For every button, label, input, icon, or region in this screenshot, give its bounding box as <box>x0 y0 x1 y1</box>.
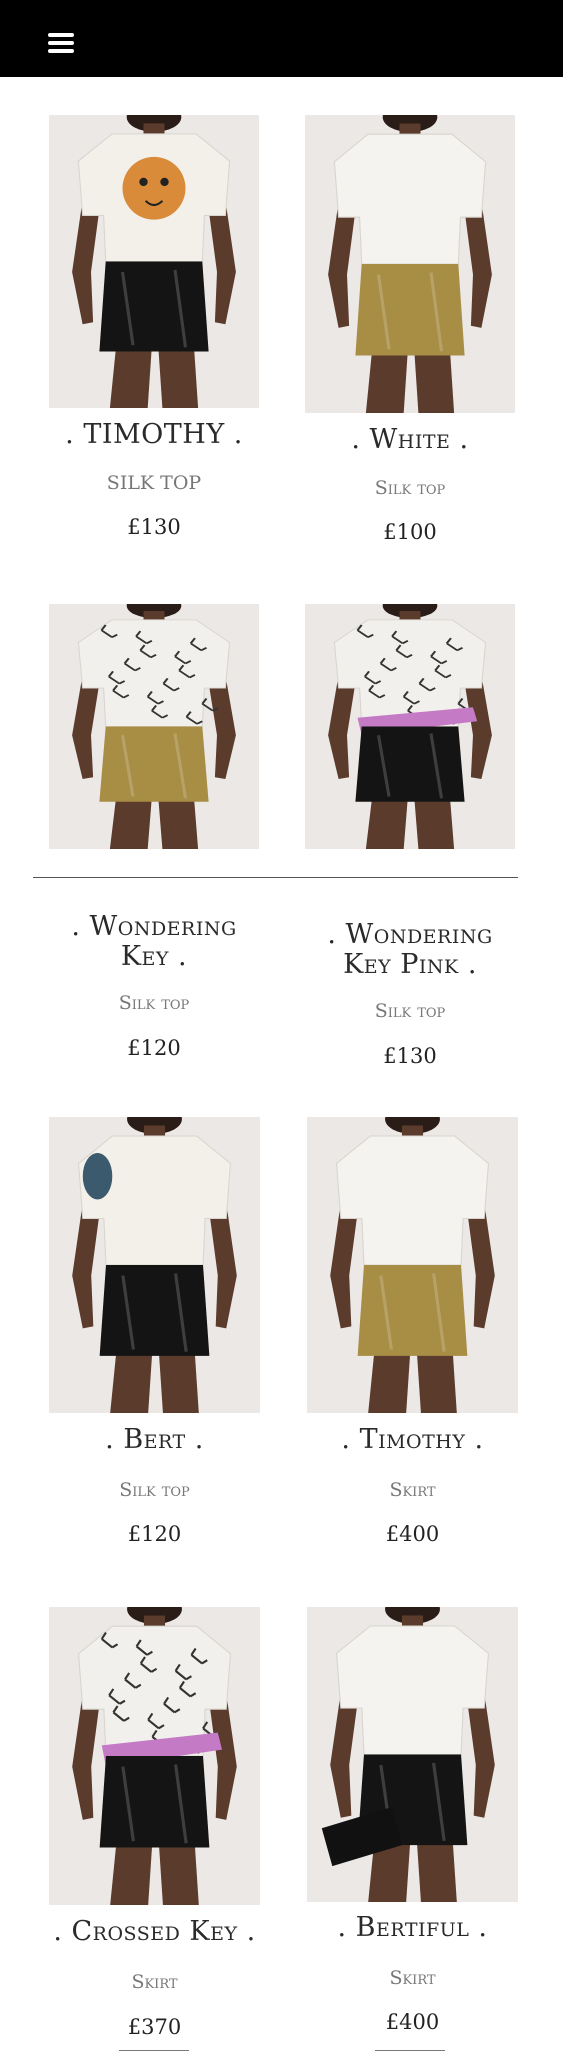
top-bar <box>0 0 563 77</box>
product-title[interactable]: . Bert . <box>29 1425 280 1455</box>
product-photo[interactable] <box>307 1117 518 1413</box>
product-card[interactable]: . Bert . Silk top £120 <box>49 1117 260 1557</box>
product-photo[interactable] <box>49 604 259 849</box>
product-type: Silk top <box>374 1000 446 1022</box>
product-price: £400 <box>385 2010 440 2034</box>
product-title[interactable]: . Crossed Key . <box>29 1917 280 1947</box>
product-card[interactable]: . Bertiful . Skirt £400 <box>307 1607 518 2047</box>
product-price: £130 <box>127 515 181 539</box>
product-title[interactable]: . Bertiful . <box>287 1913 538 1943</box>
price-underline <box>375 2050 445 2051</box>
model-illustration <box>321 1607 495 1902</box>
product-card[interactable]: . Wondering Key Pink . Silk top £130 <box>305 604 515 1074</box>
product-type: SILK TOP <box>106 472 202 494</box>
product-price: £100 <box>383 520 437 544</box>
product-photo[interactable] <box>305 604 515 849</box>
model-illustration <box>72 1607 237 1905</box>
product-photo[interactable] <box>307 1607 518 1902</box>
product-type: Silk top <box>119 1479 190 1501</box>
product-card[interactable]: . Crossed Key . Skirt £370 <box>49 1607 260 2047</box>
product-title[interactable]: . Timothy . <box>287 1425 538 1455</box>
product-photo[interactable] <box>49 1607 260 1905</box>
model-illustration <box>72 604 236 849</box>
product-card[interactable]: . White . Silk top £100 <box>305 115 515 545</box>
hamburger-menu-icon[interactable] <box>48 33 78 55</box>
product-type: Skirt <box>389 1479 436 1501</box>
product-price: £400 <box>385 1522 440 1546</box>
product-type: Silk top <box>118 992 190 1014</box>
product-card[interactable]: . TIMOTHY . SILK TOP £130 <box>49 115 259 539</box>
product-title[interactable]: . Wondering Key . <box>49 912 259 972</box>
product-title[interactable]: . TIMOTHY . <box>29 420 279 450</box>
product-type: Skirt <box>131 1971 178 1993</box>
model-illustration <box>328 604 492 849</box>
product-photo[interactable] <box>305 115 515 413</box>
model-illustration <box>72 115 236 408</box>
product-type: Silk top <box>374 477 446 499</box>
model-illustration <box>328 115 492 413</box>
price-underline <box>119 2050 189 2051</box>
model-illustration <box>72 1117 237 1413</box>
product-price: £370 <box>127 2015 182 2039</box>
product-card[interactable]: . Wondering Key . Silk top £120 <box>49 604 259 1074</box>
product-price: £120 <box>127 1522 182 1546</box>
product-card[interactable]: . Timothy . Skirt £400 <box>307 1117 518 1557</box>
section-divider <box>33 877 518 878</box>
product-type: Skirt <box>389 1967 436 1989</box>
product-price: £120 <box>127 1036 181 1060</box>
product-photo[interactable] <box>49 1117 260 1413</box>
product-price: £130 <box>383 1044 437 1068</box>
product-title[interactable]: . White . <box>285 425 535 455</box>
product-title[interactable]: . Wondering Key Pink . <box>305 920 515 980</box>
product-photo[interactable] <box>49 115 259 408</box>
model-illustration <box>330 1117 495 1413</box>
